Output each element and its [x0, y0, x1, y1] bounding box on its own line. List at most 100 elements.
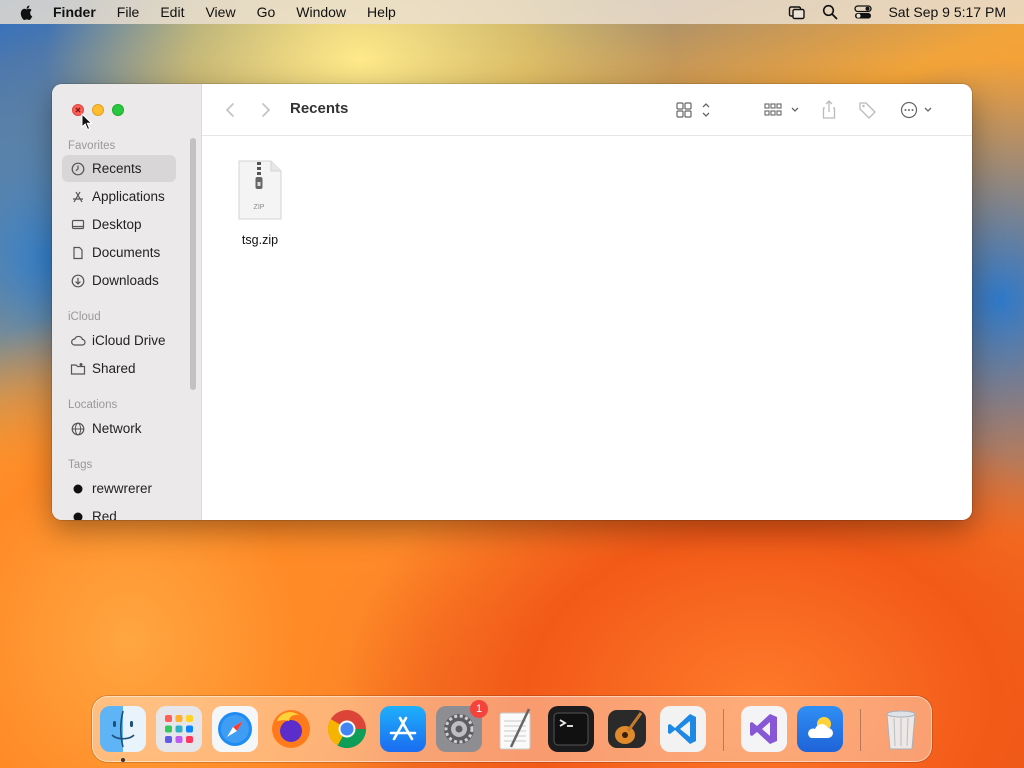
ellipsis-circle-icon — [900, 101, 932, 119]
cloud-icon — [70, 333, 86, 349]
sidebar-tag-red[interactable]: Red — [62, 503, 176, 520]
sidebar-item-label: Network — [92, 421, 142, 436]
dock: 1 — [92, 696, 932, 762]
toolbar: Recents — [202, 84, 972, 136]
file-browser-area[interactable]: ZIP tsg.zip — [202, 136, 972, 520]
sidebar-tag-rewwrerer[interactable]: rewwrerer — [62, 475, 176, 502]
dock-running-indicator — [121, 758, 125, 762]
control-center-icon[interactable] — [854, 4, 873, 20]
sidebar-item-label: iCloud Drive — [92, 333, 166, 348]
menu-app-name[interactable]: Finder — [53, 4, 96, 20]
dock-separator — [860, 709, 861, 751]
tag-dot-icon — [70, 481, 86, 497]
chrome-icon — [327, 710, 367, 749]
window-title: Recents — [290, 100, 349, 117]
file-type-label: ZIP — [253, 204, 265, 211]
icon-view-icon — [676, 102, 710, 118]
screen-mirroring-icon[interactable] — [788, 4, 806, 20]
file-item-tsg-zip[interactable]: ZIP tsg.zip — [236, 160, 284, 247]
dock-weather[interactable] — [797, 706, 843, 752]
dock-vscode[interactable] — [660, 706, 706, 752]
sidebar-item-desktop[interactable]: Desktop — [62, 211, 176, 238]
menu-file[interactable]: File — [117, 4, 140, 20]
sidebar-item-label: Downloads — [92, 273, 159, 288]
back-button[interactable] — [222, 100, 238, 120]
trash-icon — [886, 710, 916, 750]
desktop-icon — [70, 217, 86, 233]
menu-edit[interactable]: Edit — [160, 4, 184, 20]
tag-icon — [859, 102, 876, 119]
dock-separator — [723, 709, 724, 751]
group-grid-icon — [764, 103, 799, 116]
dock-finder[interactable] — [100, 706, 146, 752]
menu-bar: Finder File Edit View Go Window Help Sat… — [0, 0, 1024, 24]
menu-clock[interactable]: Sat Sep 9 5:17 PM — [888, 4, 1006, 20]
dock-visual-studio[interactable] — [741, 706, 787, 752]
finder-icon — [111, 710, 135, 748]
file-name: tsg.zip — [241, 233, 279, 247]
sidebar-item-applications[interactable]: Applications — [62, 183, 176, 210]
chevron-right-icon — [262, 103, 271, 117]
dock-firefox[interactable] — [268, 706, 314, 752]
menu-window[interactable]: Window — [296, 4, 346, 20]
dock-app-store[interactable] — [380, 706, 426, 752]
applications-icon — [70, 189, 86, 205]
sidebar-scrollbar[interactable] — [190, 138, 196, 390]
finder-window: Favorites Recents Applications Desktop D… — [52, 84, 972, 520]
dock-trash[interactable] — [878, 706, 924, 752]
favorites-section-title: Favorites — [68, 140, 116, 152]
sidebar: Favorites Recents Applications Desktop D… — [52, 84, 202, 520]
menu-help[interactable]: Help — [367, 4, 396, 20]
icloud-section-title: iCloud — [68, 311, 101, 323]
globe-icon — [70, 421, 86, 437]
dock-system-settings[interactable]: 1 — [436, 700, 488, 752]
more-actions-button[interactable] — [898, 100, 938, 120]
app-store-icon — [389, 716, 417, 741]
menu-view[interactable]: View — [205, 4, 235, 20]
sidebar-item-label: Red — [92, 509, 117, 520]
textedit-icon — [499, 708, 531, 750]
firefox-icon — [272, 710, 310, 748]
sidebar-item-downloads[interactable]: Downloads — [62, 267, 176, 294]
dock-chrome[interactable] — [324, 706, 370, 752]
weather-icon — [808, 717, 833, 738]
vscode-icon — [668, 714, 696, 744]
view-mode-button[interactable] — [674, 100, 714, 120]
group-by-button[interactable] — [762, 100, 802, 120]
sidebar-item-shared[interactable]: Shared — [62, 355, 176, 382]
apple-menu-icon[interactable] — [19, 4, 35, 20]
chevron-left-icon — [225, 103, 234, 117]
sidebar-item-documents[interactable]: Documents — [62, 239, 176, 266]
dock-launchpad[interactable] — [156, 706, 202, 752]
document-icon — [70, 245, 86, 261]
safari-compass-icon — [218, 712, 252, 746]
terminal-icon — [553, 712, 589, 746]
shared-folder-icon — [70, 361, 86, 377]
tags-section-title: Tags — [68, 459, 93, 471]
share-icon — [822, 100, 836, 119]
download-icon — [70, 273, 86, 289]
visual-studio-icon — [750, 714, 777, 744]
launchpad-icon — [165, 715, 193, 743]
locations-section-title: Locations — [68, 399, 118, 411]
clock-icon — [70, 161, 86, 177]
sidebar-item-label: Recents — [92, 161, 142, 176]
sidebar-item-label: Desktop — [92, 217, 142, 232]
minimize-window-button[interactable] — [92, 104, 104, 116]
menu-go[interactable]: Go — [257, 4, 276, 20]
sidebar-item-label: rewwrerer — [92, 481, 153, 496]
notification-badge: 1 — [470, 700, 488, 718]
tags-button[interactable] — [857, 99, 879, 121]
dock-garageband[interactable] — [604, 706, 650, 752]
forward-button[interactable] — [258, 100, 274, 120]
sidebar-item-label: Shared — [92, 361, 136, 376]
spotlight-search-icon[interactable] — [822, 4, 838, 20]
dock-terminal[interactable] — [548, 706, 594, 752]
sidebar-item-network[interactable]: Network — [62, 415, 176, 442]
dock-textedit[interactable] — [492, 706, 538, 752]
share-button[interactable] — [818, 98, 840, 122]
sidebar-item-recents[interactable]: Recents — [62, 155, 176, 182]
dock-safari[interactable] — [212, 706, 258, 752]
maximize-window-button[interactable] — [112, 104, 124, 116]
sidebar-item-icloud-drive[interactable]: iCloud Drive — [62, 327, 176, 354]
